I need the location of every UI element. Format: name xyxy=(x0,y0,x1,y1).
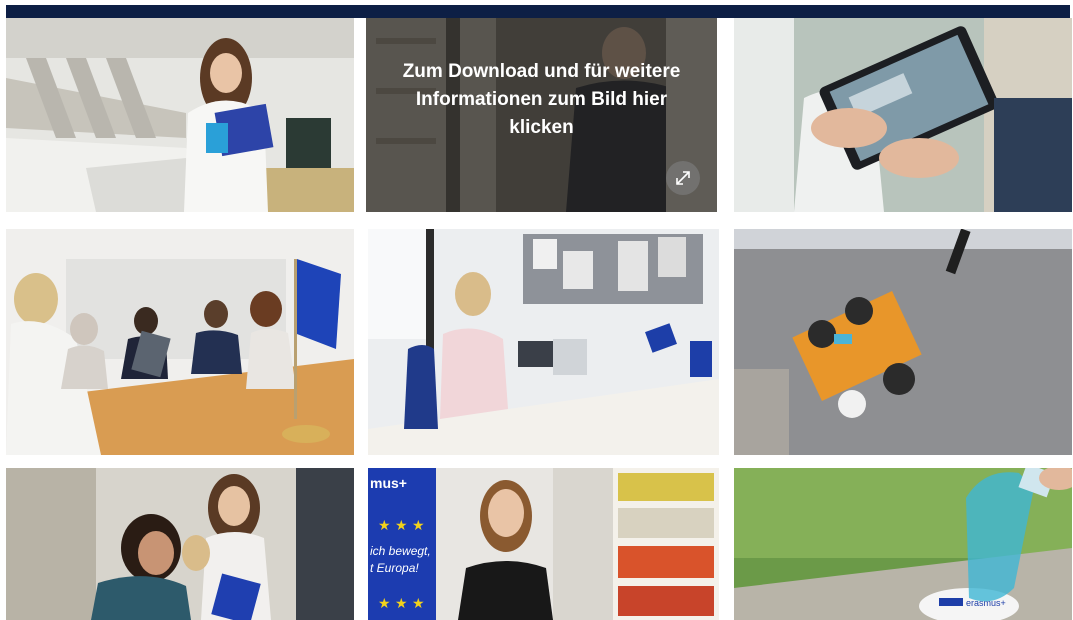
gallery-tile-3[interactable] xyxy=(734,18,1072,212)
download-info-caption[interactable]: Zum Download und für weitere Information… xyxy=(376,58,707,142)
caption-line-2: Informationen zum Bild hier xyxy=(415,89,668,110)
top-navigation-bar xyxy=(6,5,1070,18)
aerial-table-photo-image xyxy=(734,229,1072,455)
gallery-tile-7[interactable] xyxy=(6,468,354,620)
poster-text-line-2: ich bewegt, xyxy=(370,544,431,558)
students-photo-image xyxy=(6,468,354,620)
gallery-tile-5[interactable] xyxy=(368,229,719,455)
poster-text-line-1: mus+ xyxy=(370,475,407,491)
expand-arrows-icon[interactable] xyxy=(666,161,700,195)
water-bottle-photo-image: erasmus+ xyxy=(734,468,1072,620)
gallery-tile-8[interactable]: mus+ ich bewegt, t Europa! ★ ★ ★ ★ ★ ★ xyxy=(368,468,719,620)
gallery-tile-9[interactable]: erasmus+ xyxy=(734,468,1072,620)
tablet-photo-image xyxy=(734,18,1072,212)
poster-text-line-3: t Europa! xyxy=(370,561,419,575)
gallery-tile-6[interactable] xyxy=(734,229,1072,455)
student-photo-image xyxy=(6,18,354,212)
gallery-tile-4[interactable] xyxy=(6,229,354,455)
svg-text:★ ★ ★: ★ ★ ★ xyxy=(378,596,425,612)
caption-line-1: Zum Download und für weitere xyxy=(402,61,681,82)
gallery-tile-1[interactable] xyxy=(6,18,354,212)
office-desk-photo-image xyxy=(368,229,719,455)
meeting-photo-image xyxy=(6,229,354,455)
erasmus-poster-photo-image: mus+ ich bewegt, t Europa! ★ ★ ★ ★ ★ ★ xyxy=(368,468,719,620)
image-hover-overlay[interactable]: Zum Download und für weitere Information… xyxy=(366,18,717,212)
svg-text:★ ★ ★: ★ ★ ★ xyxy=(378,518,425,534)
gallery-tile-2[interactable]: Zum Download und für weitere Information… xyxy=(366,18,717,212)
caption-line-3: klicken xyxy=(509,117,574,138)
